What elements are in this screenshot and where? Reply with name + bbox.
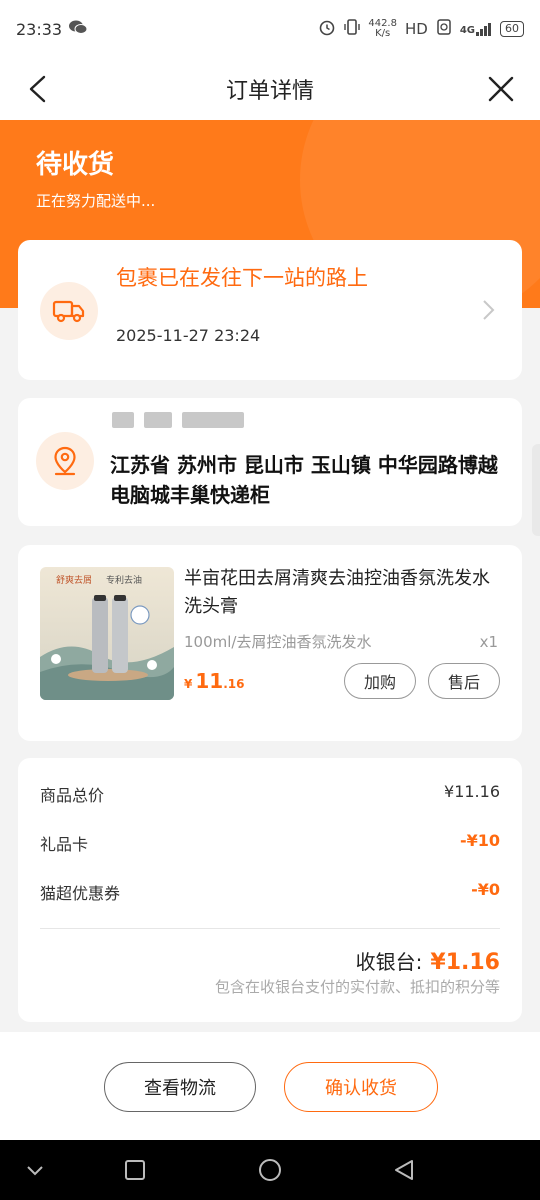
divider: [40, 928, 500, 929]
summary-value: -¥0: [471, 880, 500, 899]
logistics-status: 包裹已在发往下一站的路上: [116, 266, 368, 290]
dnd-icon: [436, 18, 452, 40]
home-icon[interactable]: [258, 1158, 282, 1182]
product-image-tag: 专利去油: [106, 576, 143, 586]
product-card[interactable]: 舒爽去屑 专利去油 半亩花田去屑清爽去油控油香氛洗发水洗头膏 100ml/去屑控…: [18, 545, 522, 741]
total-label: 收银台:: [355, 950, 423, 974]
summary-label: 礼品卡: [40, 835, 89, 854]
logistics-card[interactable]: 包裹已在发往下一站的路上 2025-11-27 23:24: [18, 240, 522, 380]
page-title: 订单详情: [225, 79, 314, 104]
summary-row-subtotal: 商品总价 ¥11.16: [40, 782, 500, 806]
chevron-right-icon: [480, 298, 496, 322]
truck-icon: [52, 300, 85, 323]
redacted-block: [182, 412, 244, 428]
location-icon-container: [36, 432, 94, 490]
close-icon: [488, 76, 514, 102]
status-time: 23:33: [16, 19, 63, 39]
checkout-total: 收银台: ¥1.16: [356, 946, 500, 975]
network-speed: 442.8 K/s: [368, 18, 397, 39]
chevron-down-icon[interactable]: [24, 1158, 46, 1182]
logistics-time: 2025-11-27 23:24: [116, 326, 261, 345]
add-to-cart-button[interactable]: 加购: [344, 663, 416, 699]
redacted-block: [144, 412, 172, 428]
product-title[interactable]: 半亩花田去屑清爽去油控油香氛洗发水洗头膏: [184, 565, 504, 621]
summary-row-gift-card: 礼品卡 -¥10: [40, 831, 500, 855]
order-status-title: 待收货: [36, 150, 115, 180]
summary-label: 猫超优惠券: [40, 884, 121, 903]
summary-value: -¥10: [459, 831, 500, 850]
product-image-tag: 舒爽去屑: [56, 576, 93, 586]
summary-row-coupon: 猫超优惠券 -¥0: [40, 880, 500, 904]
back-arrow-icon: [29, 75, 46, 103]
wechat-icon: [68, 19, 88, 39]
product-image[interactable]: 舒爽去屑 专利去油: [40, 567, 174, 700]
total-note: 包含在收银台支付的实付款、抵扣的积分等: [214, 978, 500, 996]
back-triangle-icon[interactable]: [392, 1158, 416, 1182]
after-sale-button[interactable]: 售后: [428, 663, 500, 699]
summary-value: ¥11.16: [444, 782, 500, 801]
location-pin-icon: [54, 446, 76, 476]
recipient-name-redacted: [112, 412, 244, 428]
product-spec: 100ml/去屑控油香氛洗发水: [184, 633, 372, 651]
nav-bar: 订单详情: [0, 58, 540, 120]
view-logistics-button[interactable]: 查看物流: [104, 1062, 256, 1112]
redacted-block: [112, 412, 134, 428]
total-value: ¥1.16: [430, 950, 500, 975]
price-summary-card: 商品总价 ¥11.16 礼品卡 -¥10 猫超优惠券 -¥0 收银台: ¥1.1…: [18, 758, 522, 1022]
confirm-receipt-button[interactable]: 确认收货: [284, 1062, 438, 1112]
address-card[interactable]: 江苏省 苏州市 昆山市 玉山镇 中华园路博越电脑城丰巢快递柜: [18, 398, 522, 526]
summary-label: 商品总价: [40, 786, 105, 805]
hd-indicator: HD: [404, 20, 428, 38]
side-handle[interactable]: [532, 444, 540, 536]
battery-indicator: 60: [500, 21, 524, 37]
order-status-subtitle: 正在努力配送中...: [36, 192, 156, 210]
product-price: ¥ 11 .16: [184, 669, 245, 693]
system-nav-bar: [0, 1140, 540, 1200]
bottom-action-bar: 查看物流 确认收货: [0, 1032, 540, 1140]
recent-apps-icon[interactable]: [124, 1158, 146, 1182]
back-button[interactable]: [22, 72, 56, 106]
signal-icon: 4G: [460, 22, 492, 36]
vibrate-icon: [344, 18, 361, 40]
status-bar: 23:33 442.8 K/s HD 4G 60: [0, 0, 540, 58]
close-button[interactable]: [484, 72, 518, 106]
alarm-icon: [318, 18, 336, 40]
delivery-address: 江苏省 苏州市 昆山市 玉山镇 中华园路博越电脑城丰巢快递柜: [110, 453, 498, 507]
product-quantity: x1: [479, 633, 498, 651]
truck-icon-container: [40, 282, 98, 340]
